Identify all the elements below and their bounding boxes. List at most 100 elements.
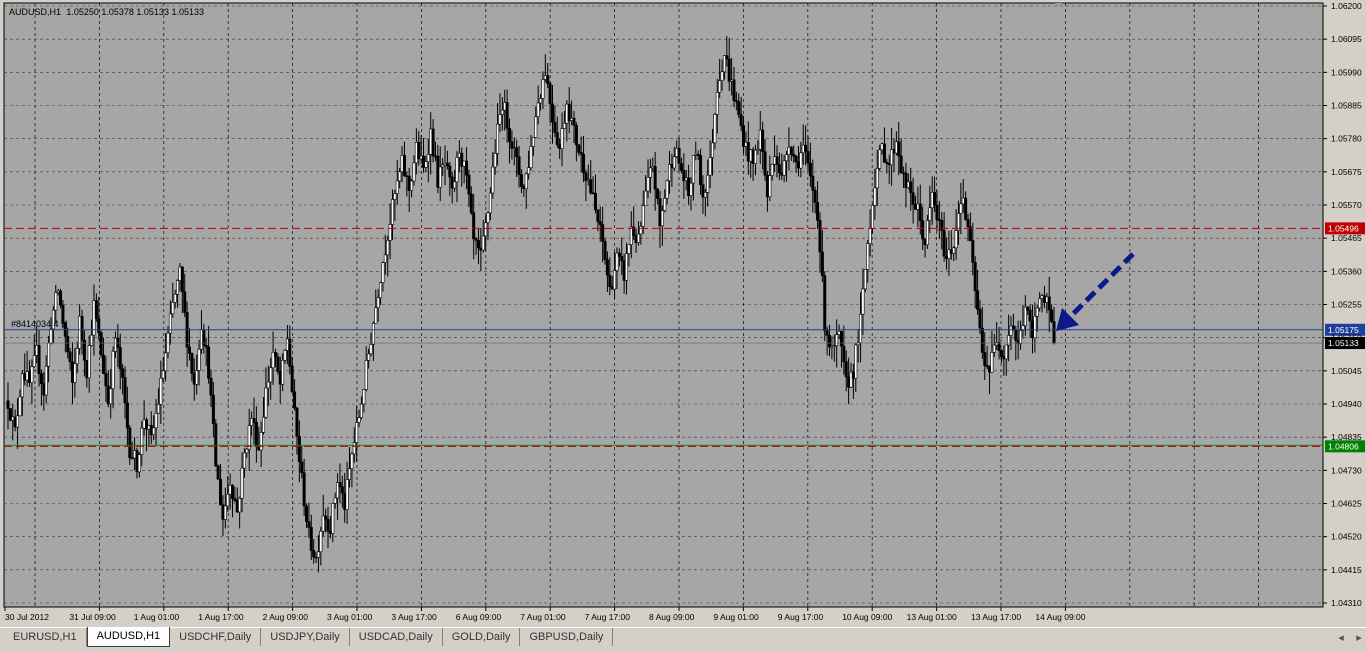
candle-body [326,518,330,532]
candle-body [980,327,984,353]
tab-audusd-h1[interactable]: AUDUSD,H1 [86,627,171,647]
candle-body [102,354,106,374]
candle-body [402,154,406,177]
candle-body [565,103,569,124]
candle-body [562,122,566,129]
candle-body [312,550,316,558]
candle-body [503,102,507,111]
time-tick-label: 1 Aug 17:00 [198,612,244,622]
price-tick-label: 1.05255 [1331,300,1362,310]
candle-body [271,352,275,369]
tab-usdchf-daily[interactable]: USDCHF,Daily [170,628,262,646]
candle-body [792,153,796,157]
order-label[interactable]: #8414034 4 sl [11,319,68,329]
candle-body [302,472,306,507]
candle-body [906,181,910,188]
candle-body [498,114,502,125]
candle-body [591,192,595,195]
candle-body [362,389,366,405]
price-chart[interactable]: 1.054961.051751.051331.04806 1.062001.06… [0,0,1366,627]
time-tick-label: 10 Aug 09:00 [842,612,892,622]
candle-body [515,147,519,158]
candle-body [128,427,132,458]
tab-usdjpy-daily[interactable]: USDJPY,Daily [261,628,350,646]
candle-body [199,329,203,350]
candle-body [789,146,793,155]
candle-body [441,164,445,168]
price-tick-label: 1.04730 [1331,465,1362,475]
candle-body [940,220,944,231]
candle-body [448,165,452,178]
candle-body [801,144,805,154]
candle-body [6,400,10,409]
candle-body [11,416,15,421]
candle-body [462,160,466,167]
candle-body [873,187,877,206]
candle-body [804,144,808,152]
candle-body [909,181,913,194]
candle-body [964,197,968,220]
candle-body [20,373,24,398]
candle-body [708,157,712,176]
candle-body [715,92,719,115]
candle-body [756,148,760,151]
candle-body [954,230,958,249]
scroll-tabs-left-icon[interactable]: ◂ [1334,631,1348,645]
candle-body [314,556,318,559]
candle-body [976,290,980,310]
candle-body [293,391,297,409]
price-tick-label: 1.04310 [1331,598,1362,608]
candle-body [338,482,342,487]
tab-usdcad-daily[interactable]: USDCAD,Daily [350,628,443,646]
candle-body [593,193,597,210]
candle-body [835,334,839,347]
candle-body [663,198,667,211]
candle-body [589,179,593,194]
candle-body [799,152,803,169]
candle-body [519,174,523,187]
candle-body [694,153,698,156]
candle-body [106,385,110,405]
candle-body [230,484,234,499]
candle-body [340,486,344,494]
candle-body [445,162,449,167]
candle-body [921,220,925,240]
candle-body [837,330,841,335]
candle-body [684,177,688,181]
candle-body [90,334,94,346]
candle-body [474,238,478,241]
candle-body [961,197,965,205]
scroll-tabs-right-icon[interactable]: ▸ [1352,631,1366,645]
candle-body [42,383,46,396]
price-tick-label: 1.05780 [1331,134,1362,144]
candle-body [300,461,304,473]
candle-body [30,366,34,383]
tab-gold-daily[interactable]: GOLD,Daily [443,628,521,646]
candle-body [54,292,58,311]
candle-body [710,142,714,158]
candle-body [768,175,772,198]
candle-body [75,348,79,365]
candle-body [27,371,31,383]
candle-body [400,154,404,172]
tab-eurusd-h1[interactable]: EURUSD,H1 [4,628,87,646]
tab-gbpusd-daily[interactable]: GBPUSD,Daily [520,628,614,646]
candle-body [847,376,851,388]
candle-body [1028,309,1032,322]
candle-body [868,228,872,244]
tab-list: EURUSD,H1 AUDUSD,H1 USDCHF,Daily USDJPY,… [4,627,614,648]
candle-body [875,168,879,189]
candle-body [572,117,576,126]
price-tick-label: 1.04625 [1331,499,1362,509]
time-tick-label: 30 Jul 2012 [5,612,49,622]
candle-body [216,465,220,480]
candle-body [966,219,970,227]
candle-body [405,175,409,178]
candle-body [727,58,731,82]
candle-body [885,162,889,164]
price-tick-label: 1.05045 [1331,366,1362,376]
candle-body [211,394,215,425]
candle-body [825,330,829,336]
terminal-window: 1.05496 1.05175 1.05133 1.04806 1.06200 1.06… [0,0,1366,652]
candle-body [758,129,762,150]
